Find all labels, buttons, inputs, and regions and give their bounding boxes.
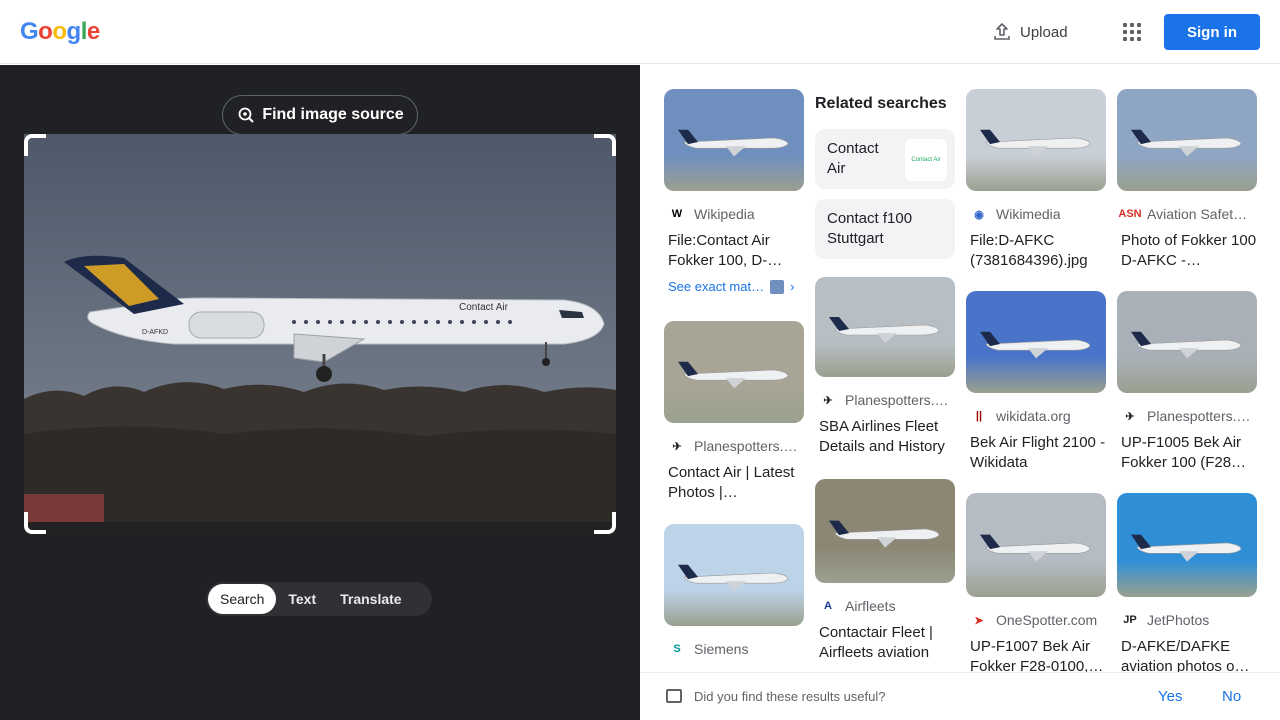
result-thumbnail[interactable] <box>664 89 804 191</box>
find-image-source-button[interactable]: Find image source <box>222 95 418 135</box>
asn-icon: ASN <box>1118 208 1142 220</box>
feedback-question: Did you find these results useful? <box>694 689 886 704</box>
airline-livery-text: Contact Air <box>459 302 509 313</box>
tab-translate[interactable]: Translate <box>328 584 413 614</box>
wikipedia-icon: W <box>671 208 683 220</box>
result-title[interactable]: File:D-AFKC (7381684396).jpg … <box>966 231 1106 271</box>
see-exact-matches-label: See exact mat… <box>668 279 765 294</box>
related-search-label: Contact f100 Stuttgart <box>827 210 913 247</box>
upload-label: Upload <box>1020 23 1068 41</box>
planespotters-icon: ✈ <box>1125 410 1135 423</box>
result-source: Wikipedia <box>694 206 755 222</box>
result-card[interactable]: ASN Aviation Safet… Photo of Fokker 100 D… <box>1117 89 1257 271</box>
result-title[interactable]: UP-F1007 Bek Air Fokker F28-0100,… <box>966 637 1106 672</box>
result-source: wikidata.org <box>996 408 1071 424</box>
result-title[interactable]: Bek Air Flight 2100 - Wikidata <box>966 433 1106 473</box>
logo-letter: o <box>38 18 53 45</box>
result-card[interactable]: JP JetPhotos D-AFKE/DAFKE aviation photos… <box>1117 493 1257 672</box>
wikimedia-icon: ◉ <box>974 208 984 221</box>
result-card[interactable]: W Wikipedia File:Contact Air Fokker 100, … <box>664 89 804 294</box>
logo-letter: g <box>66 18 82 45</box>
result-card[interactable]: || wikidata.org Bek Air Flight 2100 - Wik… <box>966 291 1106 473</box>
result-thumbnail[interactable] <box>664 524 804 626</box>
result-title[interactable]: Photo of Fokker 100 D-AFKC -… <box>1117 231 1257 271</box>
result-thumbnail[interactable] <box>966 493 1106 597</box>
airfleets-icon: A <box>824 600 832 612</box>
related-search-chip[interactable]: Contact f100 Stuttgart <box>815 199 955 259</box>
lens-mode-tabs: Search Text Translate <box>206 582 432 616</box>
planespotters-icon: ✈ <box>672 440 682 453</box>
feedback-no-button[interactable]: No <box>1222 688 1241 705</box>
result-title[interactable]: Contactair Fleet | Airfleets aviation <box>815 623 955 663</box>
contact-air-logo-text: Contact Air <box>911 157 941 163</box>
logo-letter: e <box>86 18 100 45</box>
result-thumbnail[interactable] <box>966 89 1106 191</box>
sign-in-button[interactable]: Sign in <box>1164 14 1260 50</box>
feedback-bar: Did you find these results useful? Yes N… <box>640 672 1280 720</box>
result-source: Planespotters.… <box>694 438 798 454</box>
result-thumbnail[interactable] <box>1117 89 1257 191</box>
result-thumbnail[interactable] <box>966 291 1106 393</box>
related-search-thumbnail: Contact Air <box>905 139 947 181</box>
see-exact-matches-link[interactable]: See exact mat… › <box>664 279 804 294</box>
result-source: Aviation Safet… <box>1147 206 1248 222</box>
upload-icon <box>994 23 1010 40</box>
exact-match-thumb <box>770 279 785 294</box>
result-title[interactable]: UP-F1005 Bek Air Fokker 100 (F28… <box>1117 433 1257 473</box>
crop-handle-top-right[interactable] <box>594 134 616 156</box>
header: Google Upload Sign in <box>0 0 1280 64</box>
siemens-icon: S <box>673 643 681 655</box>
result-source: JetPhotos <box>1147 612 1210 628</box>
related-searches-heading: Related searches <box>815 95 947 112</box>
crop-handle-bottom-left[interactable] <box>24 512 46 534</box>
google-logo[interactable]: Google <box>20 18 100 46</box>
registration-text: D-AFKD <box>142 329 168 336</box>
result-thumbnail[interactable] <box>1117 291 1257 393</box>
result-card[interactable]: ✈ Planespotters.… SBA Airlines Fleet Deta… <box>815 277 955 457</box>
result-thumbnail[interactable] <box>1117 493 1257 597</box>
result-thumbnail[interactable] <box>815 479 955 583</box>
feedback-yes-button[interactable]: Yes <box>1158 688 1182 705</box>
result-source: OneSpotter.com <box>996 612 1098 628</box>
query-image[interactable]: Contact Air D-AFKD <box>24 134 616 534</box>
result-title[interactable]: D-AFKE/DAFKE aviation photos o… <box>1117 637 1257 672</box>
result-title[interactable]: Contact Air | Latest Photos |… <box>664 463 804 503</box>
logo-letter: o <box>52 18 67 45</box>
result-card[interactable]: ✈ Planespotters.… UP-F1005 Bek Air Fokker… <box>1117 291 1257 473</box>
related-search-label: Contact Air <box>827 140 879 177</box>
jetphotos-icon: JP <box>1123 614 1137 626</box>
wikidata-icon: || <box>975 410 983 422</box>
find-image-source-label: Find image source <box>262 106 404 123</box>
upload-button[interactable]: Upload <box>992 20 1068 44</box>
result-source: Planespotters.… <box>845 392 949 408</box>
result-source: Siemens <box>694 641 749 657</box>
planespotters-icon: ✈ <box>823 394 833 407</box>
tab-text[interactable]: Text <box>276 584 328 614</box>
tab-search[interactable]: Search <box>208 584 277 614</box>
result-card[interactable]: ◉ Wikimedia File:D-AFKC (7381684396).jpg … <box>966 89 1106 271</box>
result-thumbnail[interactable] <box>664 321 804 423</box>
result-card[interactable]: S Siemens <box>664 524 804 658</box>
crop-handle-bottom-right[interactable] <box>594 512 616 534</box>
chevron-right-icon: › <box>790 279 795 294</box>
result-source: Planespotters.… <box>1147 408 1251 424</box>
logo-letter: G <box>20 18 39 45</box>
result-title[interactable]: SBA Airlines Fleet Details and History <box>815 417 955 457</box>
feedback-icon <box>666 689 682 703</box>
result-thumbnail[interactable] <box>815 277 955 377</box>
airplane-photo: Contact Air D-AFKD <box>24 255 616 534</box>
result-source: Airfleets <box>845 598 896 614</box>
result-card[interactable]: ✈ Planespotters.… Contact Air | Latest Ph… <box>664 321 804 503</box>
result-card[interactable]: A Airfleets Contactair Fleet | Airfleets … <box>815 479 955 663</box>
result-source: Wikimedia <box>996 206 1061 222</box>
crop-handle-top-left[interactable] <box>24 134 46 156</box>
visual-matches-panel: W Wikipedia File:Contact Air Fokker 100, … <box>640 65 1280 672</box>
result-card[interactable]: ➤ OneSpotter.com UP-F1007 Bek Air Fokker … <box>966 493 1106 672</box>
related-search-chip[interactable]: Contact Air Contact Air <box>815 129 955 189</box>
apps-grid-icon[interactable] <box>1120 20 1144 44</box>
lens-search-icon <box>238 107 255 123</box>
result-title[interactable]: File:Contact Air Fokker 100, D-… <box>664 231 804 271</box>
onespotter-icon: ➤ <box>974 614 984 627</box>
